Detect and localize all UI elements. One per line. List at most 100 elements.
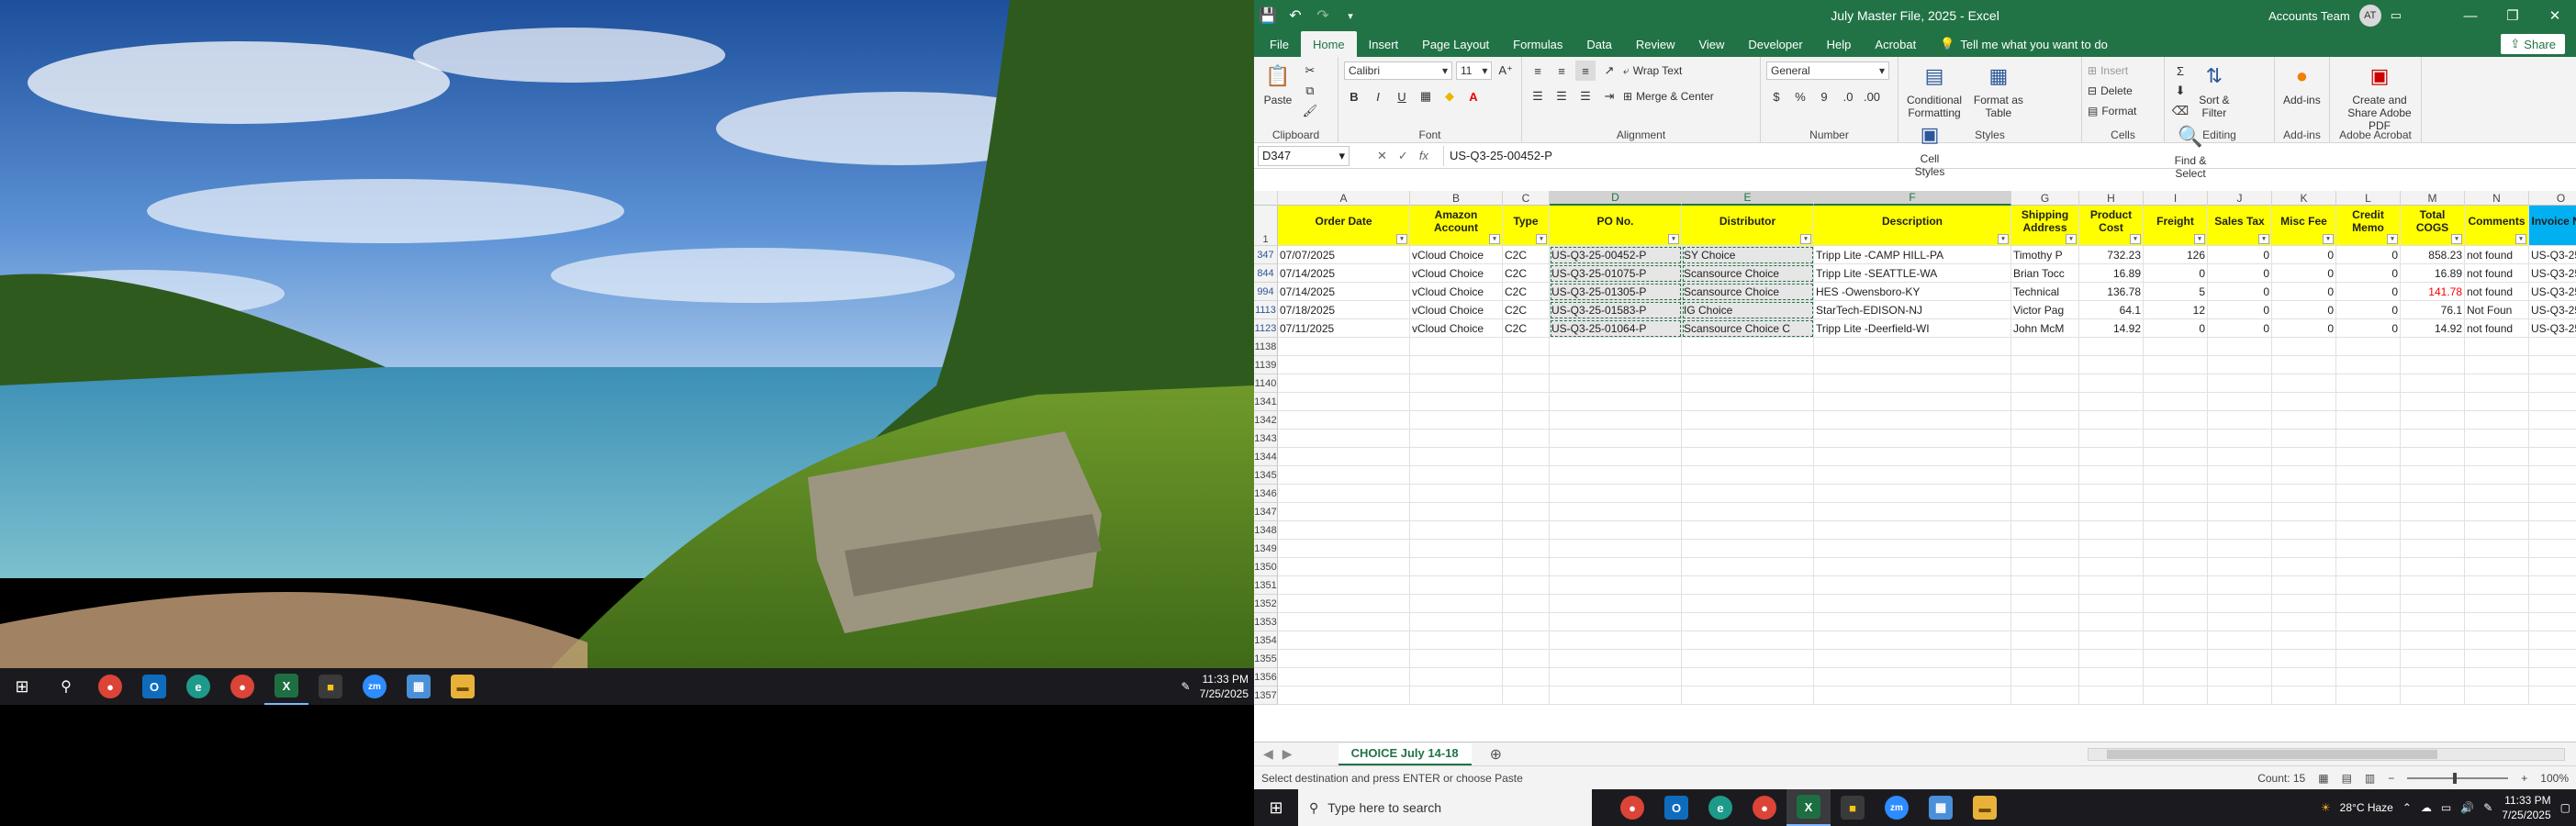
table-cell[interactable] [1278,613,1410,631]
outlook-icon[interactable]: O [1654,789,1698,826]
right-clock[interactable]: 11:33 PM 7/25/2025 [2502,793,2550,822]
table-cell[interactable] [1503,430,1550,448]
filter-dropdown-icon[interactable]: ▾ [1998,234,2009,244]
row-header[interactable]: 844 [1254,264,1278,283]
table-cell[interactable] [2272,576,2336,595]
addins-button[interactable]: ● Add-ins [2283,61,2321,106]
table-cell[interactable] [2208,631,2272,650]
table-cell[interactable] [2272,668,2336,686]
worksheet-grid[interactable]: ABCDEFGHIJKLMNOPQRS 13478449941113112311… [1254,191,2576,742]
table-cell[interactable]: 14.92 [2401,319,2465,338]
table-cell[interactable] [2465,393,2529,411]
name-box[interactable]: D347 ▾ [1258,145,1350,166]
tab-home[interactable]: Home [1300,31,1357,57]
table-cell[interactable]: 14.92 [2079,319,2144,338]
table-cell[interactable] [1503,595,1550,613]
zoom-icon[interactable]: zm [353,668,397,705]
table-cell[interactable] [2336,466,2401,485]
wrap-text-label[interactable]: Wrap Text [1633,64,1683,77]
row-header[interactable]: 1345 [1254,466,1278,485]
filter-dropdown-icon[interactable]: ▾ [1396,234,1407,244]
tab-formulas[interactable]: Formulas [1501,31,1574,57]
table-cell[interactable] [2144,540,2208,558]
table-cell[interactable] [2079,430,2144,448]
table-cell[interactable] [2011,338,2079,356]
table-cell[interactable]: 07/11/2025 [1278,319,1410,338]
table-cell[interactable] [2529,650,2576,668]
file-explorer-icon[interactable]: ▬ [1963,789,2007,826]
table-cell[interactable] [2144,411,2208,430]
table-cell[interactable] [2336,393,2401,411]
table-cell[interactable] [2208,668,2272,686]
table-cell[interactable] [2011,411,2079,430]
table-cell[interactable] [1278,448,1410,466]
table-cell[interactable] [2144,613,2208,631]
table-cell[interactable] [1682,393,1814,411]
table-cell[interactable] [1550,374,1682,393]
table-cell[interactable]: Tripp Lite -CAMP HILL-PA [1814,246,2011,264]
table-cell[interactable] [2208,521,2272,540]
borders-icon[interactable]: ▦ [1416,86,1436,106]
table-cell[interactable] [2272,485,2336,503]
table-cell[interactable] [1278,338,1410,356]
table-cell[interactable] [1682,374,1814,393]
table-cell[interactable]: 07/14/2025 [1278,264,1410,283]
table-cell[interactable] [1278,576,1410,595]
table-cell[interactable] [2336,650,2401,668]
table-cell[interactable] [2208,686,2272,705]
table-cell[interactable] [1814,374,2011,393]
table-cell[interactable] [1682,613,1814,631]
table-cell[interactable] [1503,576,1550,595]
excel-icon[interactable]: X [1786,789,1831,826]
table-cell[interactable] [1410,411,1503,430]
filter-dropdown-icon[interactable]: ▾ [1668,234,1679,244]
table-cell[interactable] [1814,356,2011,374]
table-cell[interactable] [2079,668,2144,686]
table-cell[interactable] [2208,411,2272,430]
table-cell[interactable]: not found [2465,319,2529,338]
table-cell[interactable]: 07/14/2025 [1278,283,1410,301]
table-cell[interactable]: C2C [1503,319,1550,338]
table-cell[interactable]: US-Q3-25- [2529,246,2576,264]
table-cell[interactable] [2272,411,2336,430]
table-cell[interactable]: vCloud Choice [1410,301,1503,319]
table-cell[interactable] [2529,356,2576,374]
table-cell[interactable] [2465,576,2529,595]
cut-icon[interactable]: ✂ [1300,61,1320,81]
column-header-n[interactable]: N [2465,191,2529,206]
table-cell[interactable] [1278,393,1410,411]
table-cell[interactable] [2011,650,2079,668]
table-cell[interactable] [2336,448,2401,466]
table-cell[interactable] [2208,485,2272,503]
column-heading[interactable]: Shipping Address ▾ [2011,206,2079,246]
table-cell[interactable] [1410,448,1503,466]
close-button[interactable]: ✕ [2534,0,2576,31]
tab-acrobat[interactable]: Acrobat [1863,31,1928,57]
table-cell[interactable] [2465,503,2529,521]
table-cell[interactable] [1550,668,1682,686]
edge-icon[interactable]: e [1698,789,1742,826]
column-header-h[interactable]: H [2079,191,2144,206]
align-top-icon[interactable]: ≡ [1528,61,1548,81]
table-cell[interactable]: vCloud Choice [1410,264,1503,283]
chrome-icon[interactable]: ● [1610,789,1654,826]
table-cell[interactable] [1814,613,2011,631]
table-cell[interactable] [1503,521,1550,540]
table-cell[interactable] [1814,576,2011,595]
fill-color-icon[interactable]: ◆ [1439,86,1460,106]
table-cell[interactable]: HES -Owensboro-KY [1814,283,2011,301]
table-cell[interactable] [1503,613,1550,631]
row-header[interactable]: 1341 [1254,393,1278,411]
table-cell[interactable] [1503,466,1550,485]
table-cell[interactable] [1550,650,1682,668]
table-cell[interactable] [2272,540,2336,558]
table-cell[interactable] [1814,650,2011,668]
column-heading[interactable]: Type ▾ [1503,206,1550,246]
table-cell[interactable] [2011,595,2079,613]
table-cell[interactable]: 64.1 [2079,301,2144,319]
merge-icon[interactable]: ⊞ [1623,90,1632,103]
table-cell[interactable] [2011,393,2079,411]
file-explorer-icon[interactable]: ▬ [441,668,485,705]
table-cell[interactable]: Technical [2011,283,2079,301]
table-cell[interactable]: US-Q3-25- [2529,264,2576,283]
